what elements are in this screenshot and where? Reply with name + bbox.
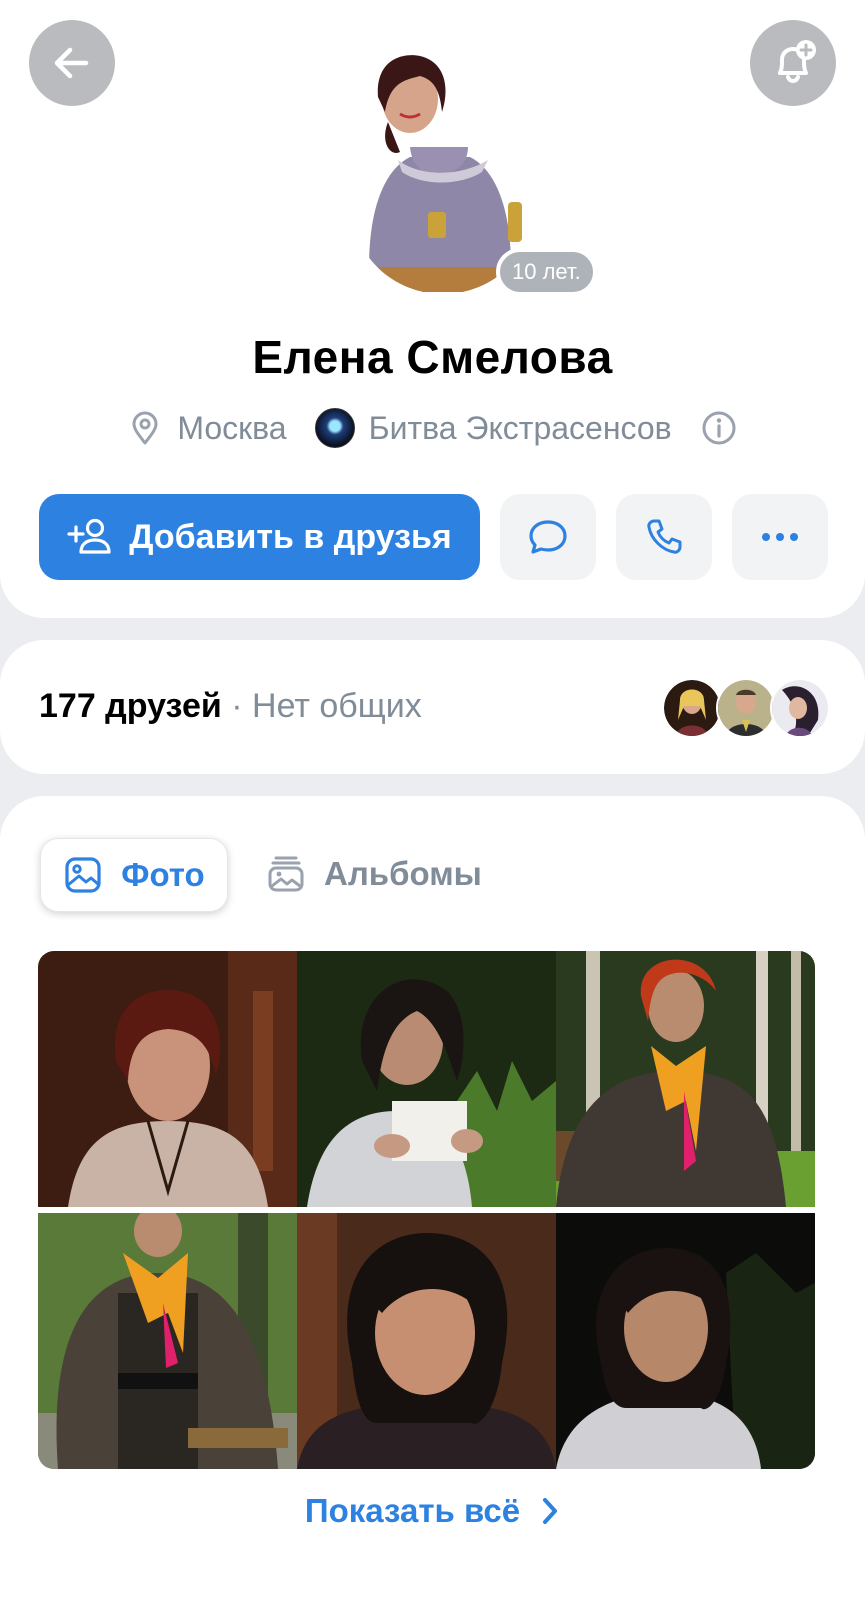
friend-avatar (770, 678, 830, 738)
community-item[interactable]: Битва Экстрасенсов (314, 408, 672, 448)
photo-icon (65, 857, 101, 893)
notifications-subscribe-button[interactable] (750, 20, 836, 106)
map-pin-icon (132, 411, 158, 445)
city-label: Москва (177, 409, 287, 446)
profile-card: 10 лет. Елена Смелова Москва Битва Экстр… (0, 0, 865, 618)
bell-plus-icon (778, 40, 816, 84)
photo-grid (38, 951, 828, 1471)
city-item[interactable]: Москва (127, 409, 287, 447)
add-friend-button[interactable]: Добавить в друзья (39, 494, 480, 580)
community-avatar (314, 408, 355, 448)
more-dots-icon (762, 533, 798, 541)
community-label: Битва Экстрасенсов (368, 409, 672, 446)
mutual-friends-label: Нет общих (252, 687, 422, 725)
separator-dot: · (231, 687, 243, 725)
tab-photos-label: Фото (121, 856, 205, 893)
message-bubble-icon (529, 520, 567, 554)
info-circle-icon[interactable] (700, 409, 738, 447)
friends-summary: 177 друзей · Нет общих (39, 687, 422, 726)
tab-albums-label: Альбомы (324, 855, 482, 892)
friends-count: 177 друзей (39, 687, 222, 725)
photo-thumbnail[interactable] (38, 1213, 297, 1469)
more-button[interactable] (732, 494, 828, 580)
photo-thumbnail[interactable] (556, 1213, 815, 1469)
photo-thumbnail[interactable] (556, 951, 815, 1207)
back-button[interactable] (29, 20, 115, 106)
photo-thumbnail[interactable] (297, 1213, 556, 1469)
age-badge: 10 лет. (496, 248, 597, 296)
phone-icon (647, 519, 682, 554)
friends-card[interactable]: 177 друзей · Нет общих (0, 640, 865, 774)
message-button[interactable] (500, 494, 596, 580)
photos-card: Фото Альбомы Показать всё (0, 796, 865, 1600)
profile-name: Елена Смелова (252, 331, 613, 383)
friend-avatar (716, 678, 776, 738)
chevron-right-icon (543, 1498, 558, 1524)
show-all-button[interactable]: Показать всё (0, 1486, 865, 1536)
photo-thumbnail[interactable] (297, 951, 556, 1207)
tab-albums[interactable]: Альбомы (266, 838, 482, 910)
arrow-left-icon (54, 47, 89, 79)
albums-icon (268, 856, 304, 892)
add-friend-label: Добавить в друзья (129, 517, 452, 556)
user-plus-icon (67, 518, 111, 554)
profile-avatar[interactable]: 10 лет. (350, 52, 597, 296)
profile-info-row: Москва Битва Экстрасенсов (0, 405, 865, 451)
tab-photos[interactable]: Фото (40, 838, 228, 912)
friend-avatars[interactable] (662, 678, 832, 738)
call-button[interactable] (616, 494, 712, 580)
friend-avatar (662, 678, 722, 738)
show-all-label: Показать всё (304, 1492, 521, 1529)
photo-thumbnail[interactable] (38, 951, 297, 1207)
